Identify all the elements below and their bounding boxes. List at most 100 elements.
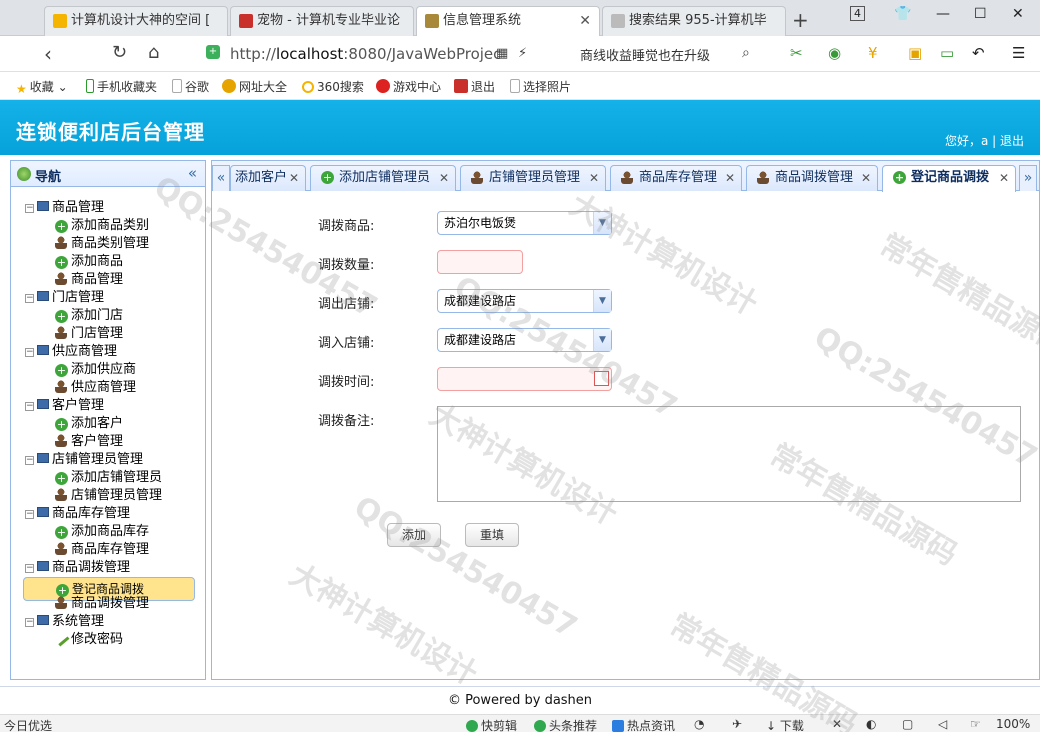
nav-group-store[interactable]: − 门店管理 [25,289,104,307]
browser-icon[interactable]: ◐ [866,717,876,731]
tab-transfer-manage[interactable]: 商品调拨管理 ✕ [746,165,878,191]
nav-item-shop-admin-manage[interactable]: 店铺管理员管理 [55,487,162,505]
scissors-icon[interactable]: ✂ [790,44,803,62]
memo-textarea[interactable] [437,406,1021,502]
nav-item-store-manage[interactable]: 门店管理 [55,325,123,343]
browser-tab-2[interactable]: 宠物 - 计算机专业毕业论 [230,6,414,36]
tabs-scroll-left-icon[interactable]: « [212,165,230,191]
nav-item-add-customer[interactable]: + 添加客户 [55,415,123,433]
nav-group-stock[interactable]: − 商品库存管理 [25,505,130,523]
out-store-select[interactable]: 成都建设路店 ▼ [437,289,612,313]
collapse-toggle-icon[interactable]: − [25,564,34,573]
collapse-toggle-icon[interactable]: − [25,456,34,465]
close-icon[interactable]: ✕ [861,166,871,190]
collapse-toggle-icon[interactable]: − [25,348,34,357]
chevron-down-icon[interactable]: ▼ [593,212,611,234]
coin-icon[interactable]: ¥ [868,44,878,62]
tab-count-badge[interactable]: 4 [850,6,865,21]
close-icon[interactable]: ✕ [999,166,1009,190]
bookmark-exit[interactable]: 退出 [454,78,495,95]
nav-item-change-password[interactable]: 修改密码 [52,629,123,649]
undo-icon[interactable]: ↶ [972,44,985,62]
nav-item-add-category[interactable]: + 添加商品类别 [55,217,149,235]
new-tab-icon[interactable]: + [792,8,809,32]
goods-select[interactable]: 苏泊尔电饭煲 ▼ [437,211,612,235]
time-input[interactable] [437,367,612,391]
collapse-toggle-icon[interactable]: − [25,294,34,303]
rocket-icon[interactable]: ✈ [732,717,742,731]
menu-icon[interactable]: ☰ [1012,44,1025,62]
nav-item-add-store[interactable]: + 添加门店 [55,307,123,325]
back-icon[interactable]: ‹ [44,42,52,66]
nav-group-system[interactable]: − 系统管理 [25,613,104,631]
window-icon[interactable]: ▢ [902,717,913,731]
bookmark-mobile[interactable]: 手机收藏夹 [86,78,157,95]
add-button[interactable]: 添加 [387,523,441,547]
translate-icon[interactable]: ◉ [828,44,841,62]
gauge-icon[interactable]: ◔ [694,717,704,731]
nav-item-add-supplier[interactable]: + 添加供应商 [55,361,136,379]
apps-icon[interactable]: ▣ [908,44,922,62]
nav-item-add-shop-admin[interactable]: + 添加店铺管理员 [55,469,162,487]
tab-register-transfer[interactable]: + 登记商品调拨 ✕ [882,165,1016,192]
nav-item-goods-manage[interactable]: 商品管理 [55,271,123,289]
mute-icon[interactable]: ✕ [832,717,842,731]
nav-item-category-manage[interactable]: 商品类别管理 [55,235,149,253]
nav-group-customer[interactable]: − 客户管理 [25,397,104,415]
tabs-scroll-right-icon[interactable]: » [1019,165,1037,191]
bookmark-sites[interactable]: 网址大全 [222,78,287,95]
lightning-icon[interactable]: ⚡ [518,46,527,61]
nav-group-shop-admin[interactable]: − 店铺管理员管理 [25,451,143,469]
search-input[interactable]: 商线收益睡觉也在升级 [580,45,710,64]
battery-icon[interactable]: ▭ [940,44,954,62]
zoom-level[interactable]: 100% [996,717,1030,731]
nav-group-transfer[interactable]: − 商品调拨管理 [25,559,130,577]
status-item-headline[interactable]: 头条推荐 [534,717,597,732]
tab-shop-admin-manage[interactable]: 店铺管理员管理 ✕ [460,165,606,191]
collapse-toggle-icon[interactable]: − [25,618,34,627]
nav-item-supplier-manage[interactable]: 供应商管理 [55,379,136,397]
chevron-down-icon[interactable]: ▼ [593,329,611,351]
search-icon[interactable]: ⌕ [742,45,750,61]
bookmark-photo[interactable]: 选择照片 [510,78,571,95]
bookmark-games[interactable]: 游戏中心 [376,78,441,95]
browser-tab-4[interactable]: 搜索结果 955-计算机毕 [602,6,786,36]
minimize-icon[interactable]: — [936,6,950,22]
nav-item-add-stock[interactable]: + 添加商品库存 [55,523,149,541]
close-icon[interactable]: ✕ [725,166,735,190]
browser-tab-1[interactable]: 计算机设计大神的空间 [ [44,6,228,36]
nav-group-supplier[interactable]: − 供应商管理 [25,343,117,361]
collapse-toggle-icon[interactable]: − [25,402,34,411]
volume-icon[interactable]: ◁ [938,717,947,731]
close-icon[interactable]: ✕ [439,166,449,190]
nav-item-transfer-manage[interactable]: 商品调拨管理 [55,595,149,613]
maximize-icon[interactable]: ☐ [974,6,987,22]
close-window-icon[interactable]: ✕ [1012,6,1024,22]
tab-add-shop-admin[interactable]: + 添加店铺管理员 ✕ [310,165,456,191]
calendar-icon[interactable] [594,371,609,386]
reload-icon[interactable]: ↻ [112,42,127,63]
home-icon[interactable]: ⌂ [148,42,159,63]
status-item-download[interactable]: ↓ 下载 [766,717,804,732]
status-item-hot[interactable]: 热点资讯 [612,717,675,732]
close-tab-icon[interactable]: ✕ [579,7,591,35]
shirt-icon[interactable]: 👕 [894,6,911,22]
logout-link[interactable]: 退出 [1000,134,1024,148]
bookmark-favorites[interactable]: ★ 收藏 ⌄ [16,78,68,96]
bookmark-google[interactable]: 谷歌 [172,78,209,95]
browser-tab-3-active[interactable]: 信息管理系统 ✕ [416,6,600,37]
tab-add-customer[interactable]: 添加客户 ✕ [230,165,306,191]
collapse-icon[interactable]: « [188,164,197,182]
collapse-toggle-icon[interactable]: − [25,204,34,213]
nav-item-customer-manage[interactable]: 客户管理 [55,433,123,451]
in-store-select[interactable]: 成都建设路店 ▼ [437,328,612,352]
qr-icon[interactable]: ▦ [496,46,508,61]
status-item-clip[interactable]: 快剪辑 [466,717,517,732]
hand-icon[interactable]: ☞ [970,717,981,731]
tab-stock-manage[interactable]: 商品库存管理 ✕ [610,165,742,191]
reset-button[interactable]: 重填 [465,523,519,547]
collapse-toggle-icon[interactable]: − [25,510,34,519]
qty-input[interactable] [437,250,523,274]
nav-item-stock-manage[interactable]: 商品库存管理 [55,541,149,559]
nav-group-goods[interactable]: − 商品管理 [25,199,104,217]
